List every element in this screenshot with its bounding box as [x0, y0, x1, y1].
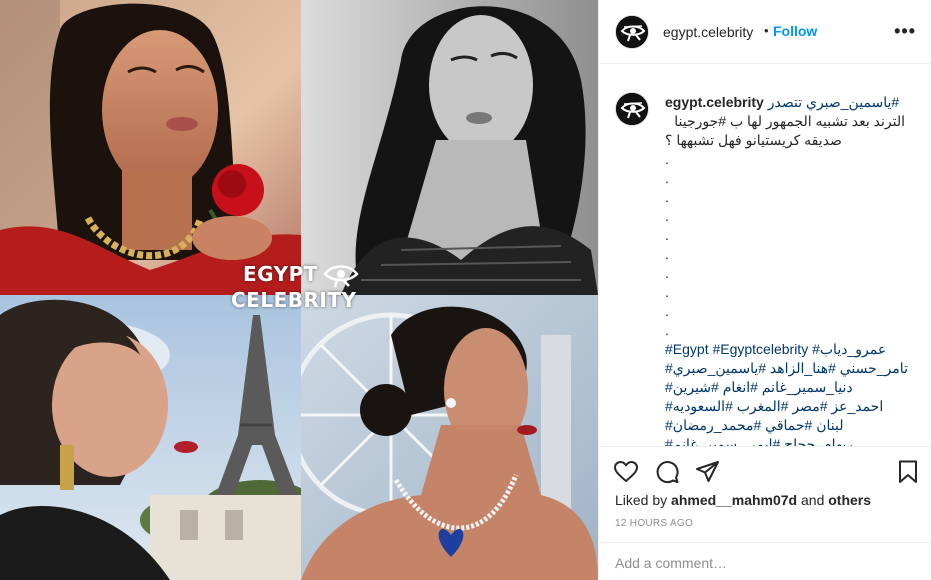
header-username[interactable]: egypt.celebrity	[663, 24, 753, 40]
comment-icon[interactable]	[654, 459, 680, 485]
caption-line3: صديقه كريستيانو فهل تشبهها ؟	[665, 132, 842, 148]
hashtag-line[interactable]: #تامر_حسني #هنا_الزاهد #ياسمين_صبري	[665, 359, 908, 378]
post-image[interactable]: EGYPT CELEBRITY	[0, 0, 598, 580]
post-actions: Liked by ahmed__mahm07d and others 12 HO…	[599, 446, 931, 580]
more-options-icon[interactable]: •••	[894, 21, 916, 42]
hashtag-line[interactable]: #احمد_عز #مصر #المغرب #السعوديه	[665, 397, 905, 416]
caption-dot: .	[665, 303, 669, 319]
caption-dot: .	[665, 151, 669, 167]
bookmark-icon[interactable]	[895, 459, 921, 485]
hashtag-line[interactable]: #ريهام_حجاج #ايمي_سمير_غانم	[665, 435, 905, 446]
comment-input[interactable]	[615, 555, 905, 571]
add-comment-bar	[599, 542, 931, 580]
caption-dot: .	[665, 227, 669, 243]
heart-icon[interactable]	[613, 459, 639, 485]
hashtag-line[interactable]: #دنيا_سمير_غانم #انغام #شيرين	[665, 378, 905, 397]
photo-woman-blue-heart-necklace	[301, 295, 598, 580]
liked-and: and	[801, 492, 825, 508]
caption-area: egypt.celebrity #ياسمين_صبري تتصدر الترن…	[599, 64, 931, 446]
post-side-panel: egypt.celebrity • Follow ••• egypt.celeb…	[598, 0, 931, 580]
liked-others-link[interactable]: others	[828, 492, 871, 508]
likes-summary: Liked by ahmed__mahm07d and others	[615, 492, 871, 508]
photo-woman-red-rose	[0, 0, 301, 295]
caption-dot: .	[665, 322, 669, 338]
caption-dot: .	[665, 170, 669, 186]
avatar[interactable]	[615, 15, 649, 49]
liked-prefix: Liked by	[615, 492, 668, 508]
post-timestamp[interactable]: 12 HOURS AGO	[615, 518, 693, 529]
hashtag-line[interactable]: #لبنان #حماقي #محمد_رمضان	[665, 416, 905, 435]
photo-woman-eiffel-tower	[0, 295, 301, 580]
caption-line2: الترند بعد تشبيه الجمهور لها ب #جورجينا	[674, 113, 905, 129]
liked-user-link[interactable]: ahmed__mahm07d	[671, 492, 797, 508]
photo-woman-black-white	[301, 0, 598, 295]
follow-button[interactable]: Follow	[773, 23, 817, 39]
separator-dot: •	[764, 23, 769, 38]
caption-dot: .	[665, 208, 669, 224]
avatar[interactable]	[615, 92, 649, 126]
eye-of-horus-icon	[616, 16, 648, 48]
hashtag-line[interactable]: #Egypt #Egyptcelebrity #عمرو_دياب	[665, 340, 905, 359]
post-header: egypt.celebrity • Follow •••	[599, 0, 931, 64]
caption-text: egypt.celebrity #ياسمين_صبري تتصدر الترن…	[665, 93, 908, 446]
caption-username[interactable]: egypt.celebrity	[665, 94, 764, 110]
eye-of-horus-icon	[616, 93, 648, 125]
caption-dot: .	[665, 265, 669, 281]
caption-dot: .	[665, 189, 669, 205]
caption-dot: .	[665, 284, 669, 300]
share-icon[interactable]	[695, 459, 721, 485]
caption-line1[interactable]: #ياسمين_صبري تتصدر	[768, 94, 900, 110]
caption-dot: .	[665, 246, 669, 262]
